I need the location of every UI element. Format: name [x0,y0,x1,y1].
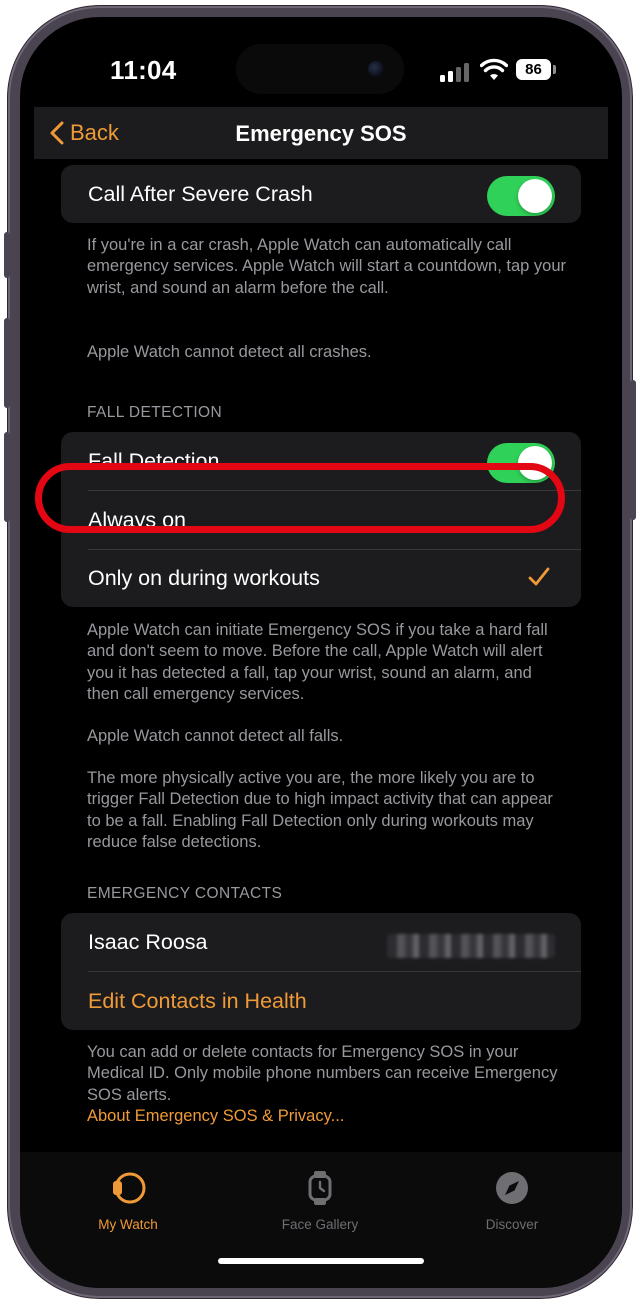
tab-bar: My Watch Face Gallery Discover [20,1152,622,1288]
toggle-knob [518,446,552,480]
tab-discover[interactable]: Discover [442,1170,582,1232]
option-only-during-workouts-label: Only on during workouts [88,565,320,590]
battery-indicator: 86 [516,59,551,80]
page-title: Emergency SOS [235,121,407,146]
status-time: 11:04 [110,55,177,85]
fall-footer-disclaimer: Apple Watch cannot detect all falls. [87,727,344,745]
call-after-severe-crash-row: Call After Severe Crash [61,165,581,223]
option-always-on[interactable]: Always on [61,491,581,549]
phone-screen: 11:04 86 Back Emergency SOS Call After S… [20,17,622,1288]
volume-up-button [4,318,10,408]
fall-detection-label: Fall Detection [88,448,220,473]
fall-detection-row: Fall Detection [61,432,581,490]
crash-footer-description: If you're in a car crash, Apple Watch ca… [87,236,567,297]
tab-face-gallery-label: Face Gallery [281,1217,359,1232]
camera-icon [368,61,384,77]
battery-tip [553,65,556,74]
edit-contacts-link[interactable]: Edit Contacts in Health [61,972,581,1030]
fall-detection-card: Fall Detection Always on Only on during … [61,432,581,607]
wifi-icon [480,58,508,80]
toggle-knob [518,179,552,213]
edit-contacts-label: Edit Contacts in Health [88,988,307,1013]
contact-row[interactable]: Isaac Roosa [61,913,581,971]
navigation-bar: Back Emergency SOS [34,107,608,159]
fall-footer-activity-note: The more physically active you are, the … [87,769,553,851]
tab-my-watch-label: My Watch [98,1217,158,1232]
privacy-link[interactable]: About Emergency SOS & Privacy... [87,1106,567,1127]
tab-my-watch[interactable]: My Watch [58,1170,198,1232]
crash-footer-disclaimer: Apple Watch cannot detect all crashes. [87,343,372,361]
action-button [4,232,10,278]
checkmark-icon [528,567,550,586]
redacted-phone-number [387,934,555,958]
contact-name: Isaac Roosa [88,929,208,954]
watch-icon [113,1172,146,1204]
fall-footer-description: Apple Watch can initiate Emergency SOS i… [87,621,548,703]
fall-detection-header: FALL DETECTION [87,404,223,421]
volume-down-button [4,432,10,522]
option-always-on-label: Always on [88,507,186,532]
tab-discover-label: Discover [485,1217,539,1232]
call-after-severe-crash-label: Call After Severe Crash [88,181,313,206]
option-only-during-workouts[interactable]: Only on during workouts [61,549,581,607]
dynamic-island [236,44,404,94]
crash-detection-card: Call After Severe Crash [61,165,581,223]
emergency-contacts-card: Isaac Roosa Edit Contacts in Health [61,913,581,1030]
watch-face-icon [308,1171,332,1205]
call-after-severe-crash-toggle[interactable] [487,176,555,216]
cellular-signal-icon [440,62,472,82]
fall-detection-toggle[interactable] [487,443,555,483]
emergency-contacts-header: EMERGENCY CONTACTS [87,885,283,902]
power-button [630,380,636,520]
contacts-footer-description: You can add or delete contacts for Emerg… [87,1043,558,1104]
home-indicator[interactable] [218,1258,424,1264]
tab-face-gallery[interactable]: Face Gallery [250,1170,390,1232]
compass-icon [496,1172,528,1204]
